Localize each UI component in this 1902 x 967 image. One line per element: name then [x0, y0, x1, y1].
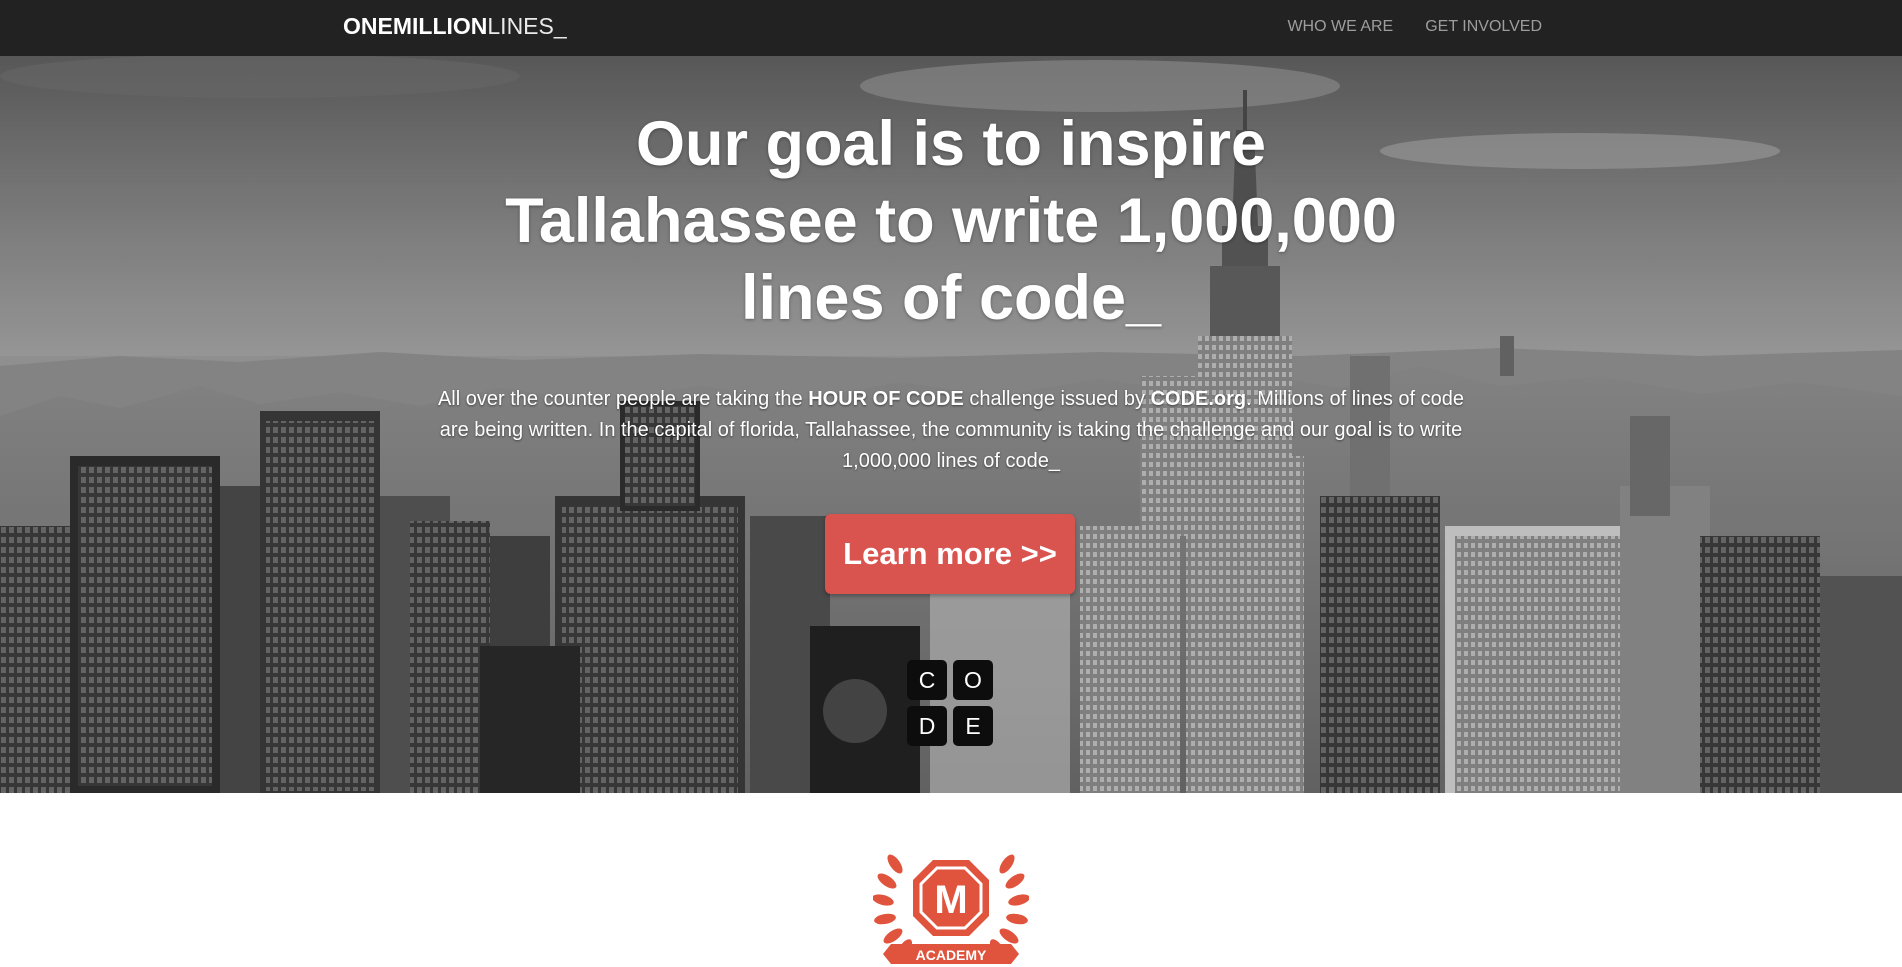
nav-link-who-we-are[interactable]: WHO WE ARE	[1287, 18, 1393, 36]
code-org-logo[interactable]: C O D E	[907, 660, 995, 748]
code-tile-d: D	[907, 706, 947, 746]
nav-link-get-involved[interactable]: GET INVOLVED	[1425, 18, 1542, 36]
academy-label: ACADEMY	[916, 947, 987, 963]
brand-logo[interactable]: ONEMILLIONLINES_	[343, 13, 567, 40]
code-tile-e: E	[953, 706, 993, 746]
brand-bold-text: ONEMILLION	[343, 13, 488, 39]
hero-description: All over the counter people are taking t…	[421, 384, 1481, 477]
brand-light-text: LINES_	[487, 13, 567, 39]
code-tile-c: C	[907, 660, 947, 700]
code-org-highlight: CODE.org	[1150, 388, 1247, 410]
hero-section: Our goal is to inspire Tallahassee to wr…	[0, 56, 1902, 793]
hero-text-part-1: All over the counter people are taking t…	[437, 388, 809, 410]
code-tile-o: O	[953, 660, 993, 700]
hour-of-code-highlight: HOUR OF CODE	[808, 388, 964, 410]
top-navbar: ONEMILLIONLINES_ WHO WE ARE GET INVOLVED	[0, 0, 1902, 56]
learn-more-button[interactable]: Learn more >>	[825, 514, 1075, 594]
academy-letter: M	[934, 878, 967, 922]
hero-text-part-2: challenge issued by	[963, 388, 1151, 410]
hero-title: Our goal is to inspire Tallahassee to wr…	[505, 109, 1397, 333]
nav-links: WHO WE ARE GET INVOLVED	[1287, 18, 1542, 36]
academy-logo: M ACADEMY	[873, 854, 1029, 964]
